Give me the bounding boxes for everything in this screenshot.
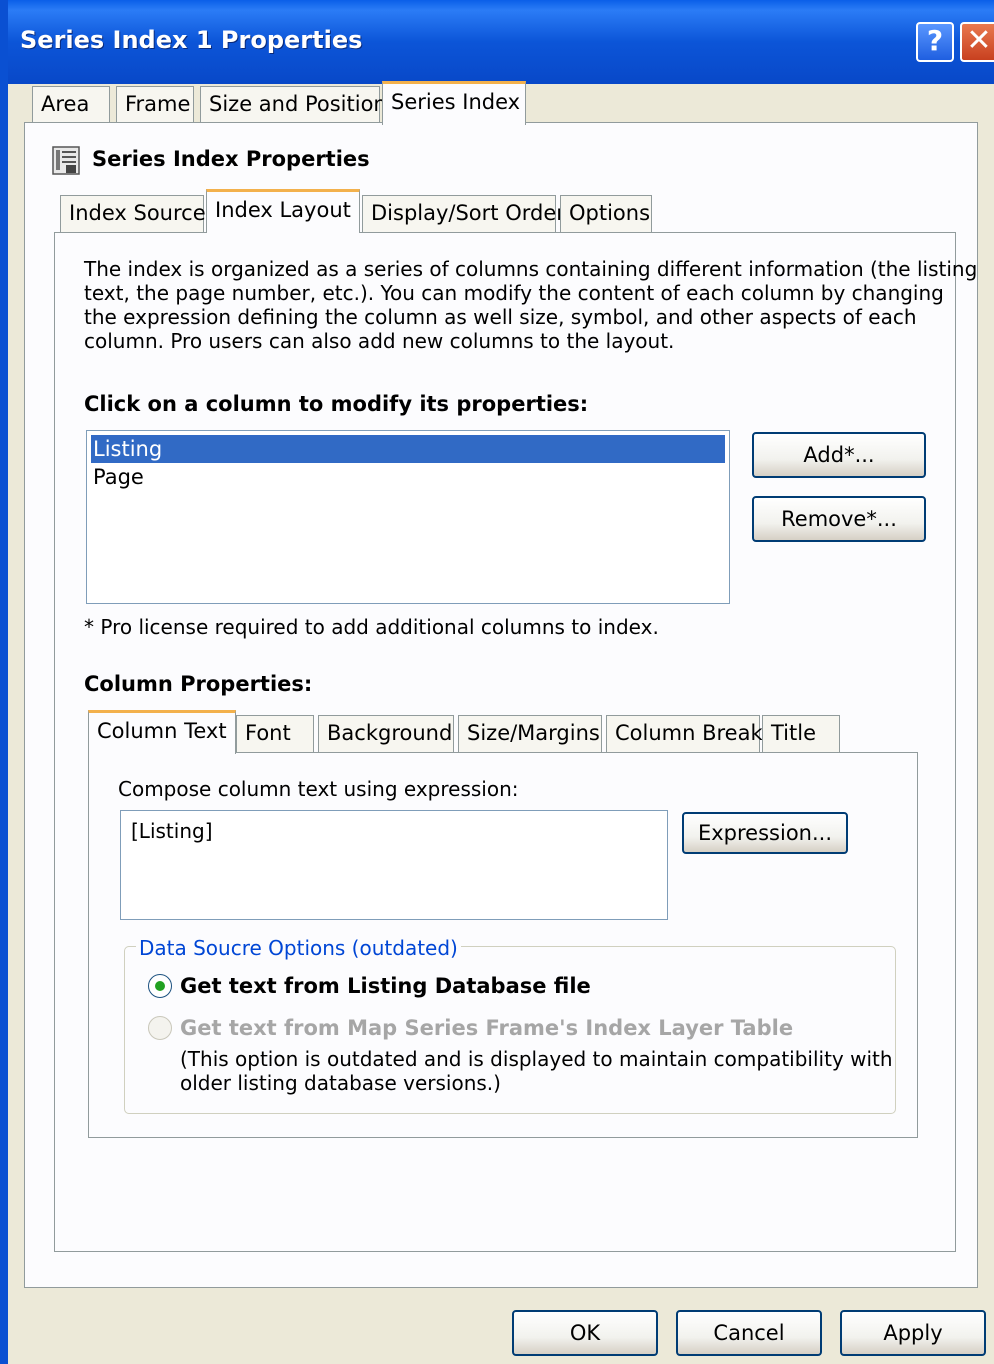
expression-button[interactable]: Expression... — [682, 812, 848, 854]
columns-heading: Click on a column to modify its properti… — [84, 392, 589, 416]
tab-background[interactable]: Background — [318, 715, 454, 753]
tab-column-break[interactable]: Column Break — [606, 715, 763, 753]
tab-series-index[interactable]: Series Index — [382, 81, 526, 125]
tab-index-layout[interactable]: Index Layout — [206, 189, 360, 233]
cancel-button[interactable]: Cancel — [676, 1310, 822, 1356]
radio-index-layer-table[interactable] — [148, 1016, 172, 1040]
tab-size-margins[interactable]: Size/Margins — [458, 715, 602, 753]
radio-selected-dot — [155, 981, 165, 991]
apply-button[interactable]: Apply — [840, 1310, 986, 1356]
tab-size-and-position[interactable]: Size and Position — [200, 86, 387, 124]
tab-column-text[interactable]: Column Text — [88, 710, 236, 754]
option-note-line: older listing database versions.) — [180, 1071, 501, 1095]
pro-license-note: * Pro license required to add additional… — [84, 615, 659, 639]
compose-label: Compose column text using expression: — [118, 777, 519, 801]
tab-area[interactable]: Area — [32, 86, 110, 124]
tab-index-source[interactable]: Index Source — [60, 195, 206, 233]
tab-font[interactable]: Font — [236, 715, 314, 753]
tab-display-sort-order[interactable]: Display/Sort Order — [362, 195, 565, 233]
expression-value: [Listing] — [131, 819, 213, 843]
tab-frame[interactable]: Frame — [116, 86, 194, 124]
series-index-icon — [52, 146, 82, 176]
close-icon[interactable]: ✕ — [960, 22, 994, 62]
window-border — [0, 84, 8, 1364]
description-line: column. Pro users can also add new colum… — [84, 329, 675, 353]
list-item-listing[interactable]: Listing — [91, 435, 725, 463]
expression-field[interactable]: [Listing] — [120, 810, 668, 920]
add-column-button[interactable]: Add*... — [752, 432, 926, 478]
description-line: The index is organized as a series of co… — [84, 257, 978, 281]
help-icon[interactable]: ? — [916, 22, 954, 62]
option-listing-database-label[interactable]: Get text from Listing Database file — [180, 974, 591, 998]
list-item-page[interactable]: Page — [91, 463, 725, 491]
radio-listing-database[interactable] — [148, 974, 172, 998]
remove-column-button[interactable]: Remove*... — [752, 496, 926, 542]
columns-listbox[interactable]: Listing Page — [86, 430, 730, 604]
data-source-legend: Data Soucre Options (outdated) — [136, 936, 461, 960]
tab-options[interactable]: Options — [560, 195, 652, 233]
window-title: Series Index 1 Properties — [20, 26, 363, 54]
description-line: the expression defining the column as we… — [84, 305, 917, 329]
option-index-layer-table-label[interactable]: Get text from Map Series Frame's Index L… — [180, 1016, 793, 1040]
tab-title[interactable]: Title — [762, 715, 840, 753]
option-note-line: (This option is outdated and is displaye… — [180, 1047, 893, 1071]
column-properties-heading: Column Properties: — [84, 672, 313, 696]
ok-button[interactable]: OK — [512, 1310, 658, 1356]
section-title: Series Index Properties — [92, 147, 370, 171]
description-line: text, the page number, etc.). You can mo… — [84, 281, 944, 305]
title-bar[interactable]: Series Index 1 Properties ? ✕ — [0, 0, 994, 84]
